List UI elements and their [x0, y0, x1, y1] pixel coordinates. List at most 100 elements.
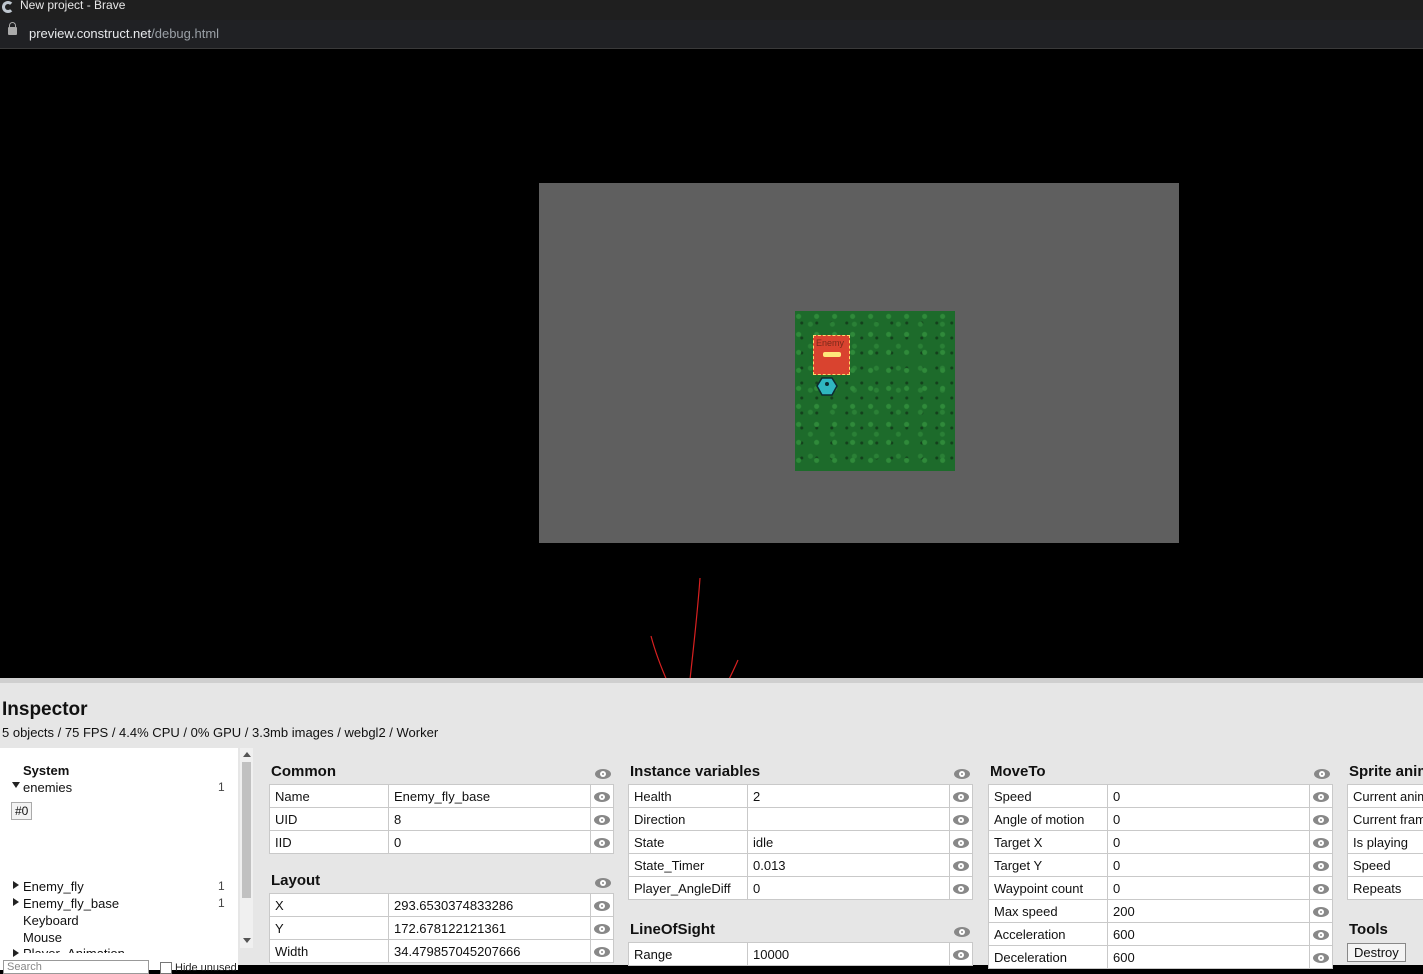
- prop-key: Acceleration: [989, 923, 1108, 946]
- tree-item-enemies[interactable]: enemies: [23, 780, 72, 795]
- eye-icon[interactable]: [591, 785, 614, 808]
- eye-icon[interactable]: [1310, 854, 1333, 877]
- object-search-input[interactable]: Search: [3, 960, 149, 974]
- expanded-arrow-icon[interactable]: [12, 782, 20, 788]
- prop-key: Target Y: [989, 854, 1108, 877]
- prop-value[interactable]: 0: [748, 877, 950, 900]
- prop-value[interactable]: 0: [1108, 854, 1310, 877]
- prop-value[interactable]: 8: [389, 808, 591, 831]
- prop-value[interactable]: 172.678122121361: [389, 917, 591, 940]
- eye-icon[interactable]: [591, 831, 614, 854]
- eye-icon[interactable]: [950, 877, 973, 900]
- prop-key: Player_AngleDiff: [629, 877, 748, 900]
- eye-icon[interactable]: [1310, 900, 1333, 923]
- panel-title-move-to: MoveTo: [990, 763, 1046, 780]
- prop-value[interactable]: idle: [748, 831, 950, 854]
- prop-key: Y: [270, 917, 389, 940]
- prop-value[interactable]: 0: [389, 831, 591, 854]
- eye-icon[interactable]: [954, 923, 970, 938]
- prop-value[interactable]: 0: [1108, 877, 1310, 900]
- prop-value[interactable]: 34.479857045207666: [389, 940, 591, 963]
- scroll-up-arrow-icon[interactable]: [243, 752, 251, 757]
- prop-key: Name: [270, 785, 389, 808]
- table-row: NameEnemy_fly_base: [270, 785, 614, 808]
- table-row: Player_AngleDiff0: [629, 877, 973, 900]
- table-row: Target Y0: [989, 854, 1333, 877]
- table-row: UID8: [270, 808, 614, 831]
- eye-icon[interactable]: [595, 765, 611, 780]
- prop-value[interactable]: 600: [1108, 946, 1310, 969]
- address-bar[interactable]: preview.construct.net/debug.html: [0, 20, 1423, 49]
- scroll-down-arrow-icon[interactable]: [243, 938, 251, 943]
- eye-icon[interactable]: [950, 943, 973, 966]
- eye-icon[interactable]: [950, 831, 973, 854]
- checkbox-box[interactable]: [160, 962, 172, 974]
- browser-title-bar: New project - Brave: [0, 0, 1423, 20]
- prop-value[interactable]: 600: [1108, 923, 1310, 946]
- tree-item-player-animation[interactable]: Player_Animation: [23, 946, 125, 953]
- prop-value[interactable]: [748, 808, 950, 831]
- table-row: Current frame: [1348, 808, 1423, 831]
- eye-icon[interactable]: [1310, 923, 1333, 946]
- table-row: Speed: [1348, 854, 1423, 877]
- collapsed-arrow-icon[interactable]: [13, 881, 19, 889]
- object-tree-scrollbar[interactable]: [240, 748, 253, 948]
- eye-icon[interactable]: [950, 808, 973, 831]
- prop-key: Waypoint count: [989, 877, 1108, 900]
- object-tree[interactable]: System enemies 1 #0 Enemy_fly 1 Enemy_fl…: [0, 748, 238, 970]
- prop-value[interactable]: 0: [1108, 808, 1310, 831]
- eye-icon[interactable]: [954, 765, 970, 780]
- tree-item-keyboard[interactable]: Keyboard: [23, 913, 79, 928]
- eye-icon[interactable]: [1310, 785, 1333, 808]
- tree-item-enemy-fly[interactable]: Enemy_fly: [23, 879, 84, 894]
- eye-icon[interactable]: [595, 874, 611, 889]
- enemy-sprite: Enemy: [813, 335, 850, 375]
- table-row: Health2: [629, 785, 973, 808]
- eye-icon[interactable]: [591, 894, 614, 917]
- eye-icon[interactable]: [591, 808, 614, 831]
- panel-title-sprite-animation: Sprite animation: [1349, 763, 1423, 780]
- prop-value[interactable]: Enemy_fly_base: [389, 785, 591, 808]
- destroy-button[interactable]: Destroy: [1347, 943, 1406, 962]
- scrollbar-thumb[interactable]: [242, 762, 251, 898]
- tree-item-mouse[interactable]: Mouse: [23, 930, 62, 945]
- tree-count-enemy-fly-base: 1: [218, 896, 225, 910]
- url-text[interactable]: preview.construct.net/debug.html: [29, 26, 219, 41]
- line-of-sight-table: Range10000: [628, 942, 973, 966]
- prop-value[interactable]: 2: [748, 785, 950, 808]
- eye-icon[interactable]: [1310, 808, 1333, 831]
- prop-value[interactable]: 200: [1108, 900, 1310, 923]
- eye-icon[interactable]: [950, 854, 973, 877]
- prop-value[interactable]: 0: [1108, 785, 1310, 808]
- prop-value[interactable]: 293.6530374833286: [389, 894, 591, 917]
- hide-unused-checkbox[interactable]: Hide unused: [160, 962, 237, 974]
- eye-icon[interactable]: [1310, 877, 1333, 900]
- panel-title-instance-variables: Instance variables: [630, 763, 760, 780]
- table-row: Range10000: [629, 943, 973, 966]
- collapsed-arrow-icon[interactable]: [13, 898, 19, 906]
- construct-logo-icon: [2, 1, 14, 13]
- inspector-status-line: 5 objects / 75 FPS / 4.4% CPU / 0% GPU /…: [2, 725, 438, 740]
- table-row: Repeats: [1348, 877, 1423, 900]
- prop-key: Width: [270, 940, 389, 963]
- prop-key: Health: [629, 785, 748, 808]
- collapsed-arrow-icon[interactable]: [13, 949, 19, 957]
- tree-item-system[interactable]: System: [23, 763, 69, 778]
- table-row: Width34.479857045207666: [270, 940, 614, 963]
- move-to-table: Speed0 Angle of motion0 Target X0 Target…: [988, 784, 1333, 969]
- eye-icon[interactable]: [1314, 765, 1330, 780]
- table-row: Target X0: [989, 831, 1333, 854]
- eye-icon[interactable]: [950, 785, 973, 808]
- prop-value[interactable]: 10000: [748, 943, 950, 966]
- prop-value[interactable]: 0.013: [748, 854, 950, 877]
- eye-icon[interactable]: [591, 917, 614, 940]
- panel-title-tools: Tools: [1349, 921, 1388, 938]
- prop-value[interactable]: 0: [1108, 831, 1310, 854]
- instance-button-0[interactable]: #0: [11, 802, 32, 820]
- eye-icon[interactable]: [1310, 831, 1333, 854]
- eye-icon[interactable]: [591, 940, 614, 963]
- eye-icon[interactable]: [1310, 946, 1333, 969]
- tree-item-enemy-fly-base[interactable]: Enemy_fly_base: [23, 896, 119, 911]
- prop-key: Speed: [989, 785, 1108, 808]
- player-sprite: [816, 377, 838, 396]
